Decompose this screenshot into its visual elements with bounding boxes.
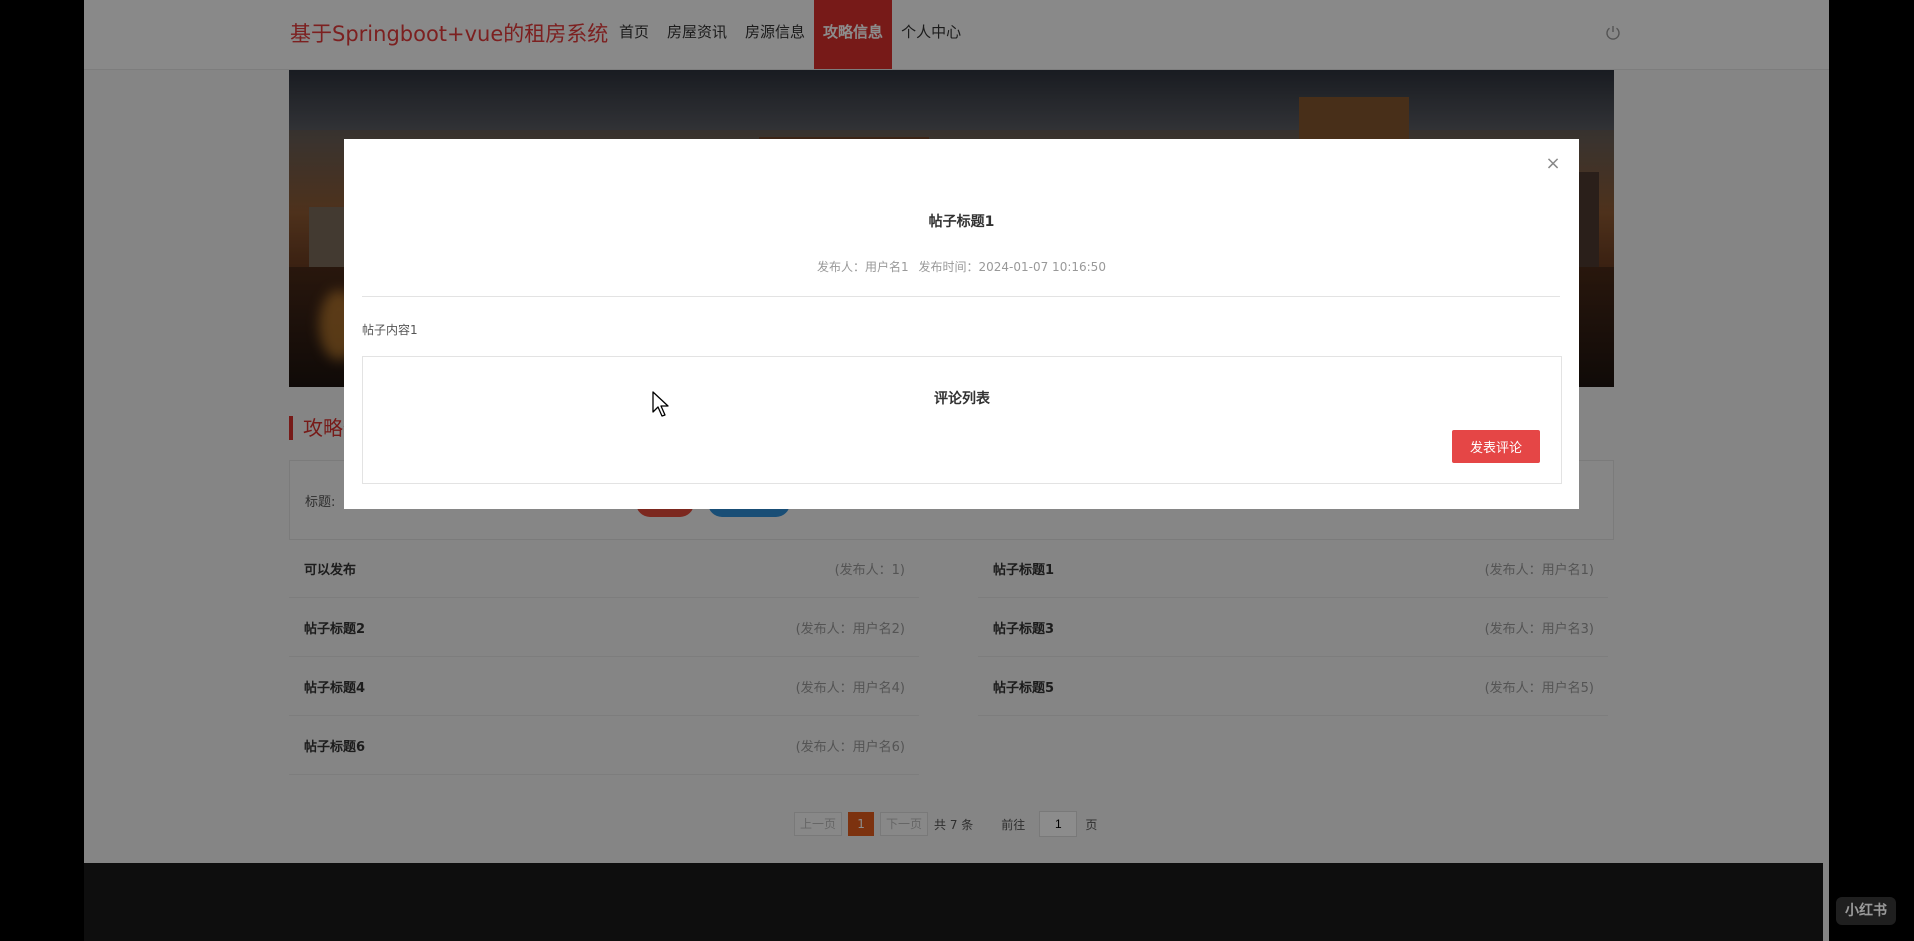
post-time-meta: 发布时间：2024-01-07 10:16:50 bbox=[918, 260, 1106, 274]
post-detail-title: 帖子标题1 bbox=[928, 214, 995, 230]
post-comment-button[interactable]: 发表评论 bbox=[1452, 430, 1540, 463]
post-content: 帖子内容1 bbox=[362, 323, 418, 337]
post-meta: 发布人：用户名1 发布时间：2024-01-07 10:16:50 bbox=[344, 258, 1579, 275]
divider bbox=[362, 296, 1560, 297]
watermark-logo: 小红书 bbox=[1836, 897, 1896, 925]
close-icon[interactable]: × bbox=[1542, 153, 1564, 175]
mouse-cursor-icon bbox=[652, 391, 669, 417]
post-detail-dialog: × 帖子标题1 发布人：用户名1 发布时间：2024-01-07 10:16:5… bbox=[344, 139, 1579, 509]
comment-section: 评论列表 发表评论 bbox=[362, 356, 1562, 484]
comment-list-title: 评论列表 bbox=[934, 391, 990, 407]
post-author-meta: 发布人：用户名1 bbox=[817, 260, 909, 274]
